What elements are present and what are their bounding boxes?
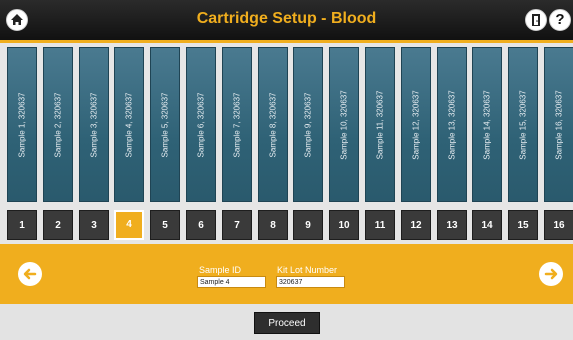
cartridge-label: Sample 8, 320637 [268, 92, 278, 157]
help-icon: ? [555, 11, 565, 28]
cartridge-slot[interactable]: Sample 6, 320637 [186, 47, 216, 202]
cartridge-label: Sample 15, 320637 [518, 89, 528, 160]
cartridge-slot[interactable]: Sample 5, 320637 [150, 47, 180, 202]
cartridge-label: Sample 11, 320637 [375, 90, 385, 159]
cartridge-number-3[interactable]: 3 [79, 210, 109, 240]
cartridge-number-5[interactable]: 5 [150, 210, 180, 240]
title-bar: Cartridge Setup - Blood ? [0, 0, 573, 40]
cartridge-slot[interactable]: Sample 8, 320637 [258, 47, 288, 202]
cartridge-label: Sample 10, 320637 [339, 89, 349, 160]
sample-panel: Sample ID Sample 4 Kit Lot Number 320637 [0, 244, 573, 304]
next-button[interactable] [539, 262, 563, 286]
cartridge-number-11[interactable]: 11 [365, 210, 395, 240]
cartridge-slot[interactable]: Sample 3, 320637 [79, 47, 109, 202]
cartridge-slot[interactable]: Sample 12, 320637 [401, 47, 431, 202]
cartridge-label: Sample 4, 320637 [124, 92, 134, 157]
kit-lot-label: Kit Lot Number [277, 265, 338, 275]
door-exit-icon [532, 14, 540, 26]
cartridge-slot[interactable]: Sample 13, 320637 [437, 47, 467, 202]
cartridge-slot[interactable]: Sample 1, 320637 [7, 47, 37, 202]
cartridge-number-8[interactable]: 8 [258, 210, 288, 240]
cartridge-number-12[interactable]: 12 [401, 210, 431, 240]
cartridge-number-2[interactable]: 2 [43, 210, 73, 240]
footer-bar: Proceed [0, 304, 573, 340]
exit-button[interactable] [525, 9, 547, 31]
accent-line [0, 40, 573, 43]
cartridge-number-13[interactable]: 13 [437, 210, 467, 240]
cartridge-number-16[interactable]: 16 [544, 210, 573, 240]
cartridge-label: Sample 14, 320637 [482, 89, 492, 160]
cartridge-label: Sample 16, 320637 [554, 89, 564, 160]
sample-id-input[interactable]: Sample 4 [197, 276, 266, 288]
cartridge-label: Sample 2, 320637 [53, 92, 63, 157]
page-title: Cartridge Setup - Blood [196, 10, 377, 27]
cartridge-slot[interactable]: Sample 10, 320637 [329, 47, 359, 202]
sample-id-label: Sample ID [199, 265, 242, 275]
cartridge-label: Sample 6, 320637 [196, 92, 206, 157]
cartridge-slot[interactable]: Sample 15, 320637 [508, 47, 538, 202]
cartridge-label: Sample 12, 320637 [411, 89, 421, 160]
cartridge-strip: Sample 1, 320637 1 Sample 2, 320637 2 Sample… [0, 40, 573, 244]
cartridge-label: Sample 3, 320637 [89, 92, 99, 157]
cartridge-label: Sample 7, 320637 [232, 92, 242, 157]
cartridge-slot[interactable]: Sample 2, 320637 [43, 47, 73, 202]
cartridge-label: Sample 5, 320637 [160, 92, 170, 157]
cartridge-label: Sample 1, 320637 [17, 92, 27, 157]
cartridge-number-1[interactable]: 1 [7, 210, 37, 240]
cartridge-number-7[interactable]: 7 [222, 210, 252, 240]
arrow-left-icon [23, 268, 37, 280]
cartridge-number-4[interactable]: 4 [114, 210, 144, 240]
cartridge-slot[interactable]: Sample 11, 320637 [365, 47, 395, 202]
cartridge-number-6[interactable]: 6 [186, 210, 216, 240]
cartridge-slot[interactable]: Sample 9, 320637 [293, 47, 323, 202]
previous-button[interactable] [18, 262, 42, 286]
arrow-right-icon [544, 268, 558, 280]
cartridge-number-10[interactable]: 10 [329, 210, 359, 240]
proceed-button[interactable]: Proceed [254, 312, 320, 334]
cartridge-slot[interactable]: Sample 14, 320637 [472, 47, 502, 202]
cartridge-number-14[interactable]: 14 [472, 210, 502, 240]
cartridge-number-15[interactable]: 15 [508, 210, 538, 240]
cartridge-slot[interactable]: Sample 7, 320637 [222, 47, 252, 202]
cartridge-label: Sample 9, 320637 [303, 92, 313, 157]
cartridge-slot[interactable]: Sample 16, 320637 [544, 47, 573, 202]
cartridge-slot[interactable]: Sample 4, 320637 [114, 47, 144, 202]
help-button[interactable]: ? [549, 9, 571, 31]
kit-lot-input[interactable]: 320637 [276, 276, 345, 288]
cartridge-label: Sample 13, 320637 [447, 89, 457, 160]
cartridge-number-9[interactable]: 9 [293, 210, 323, 240]
